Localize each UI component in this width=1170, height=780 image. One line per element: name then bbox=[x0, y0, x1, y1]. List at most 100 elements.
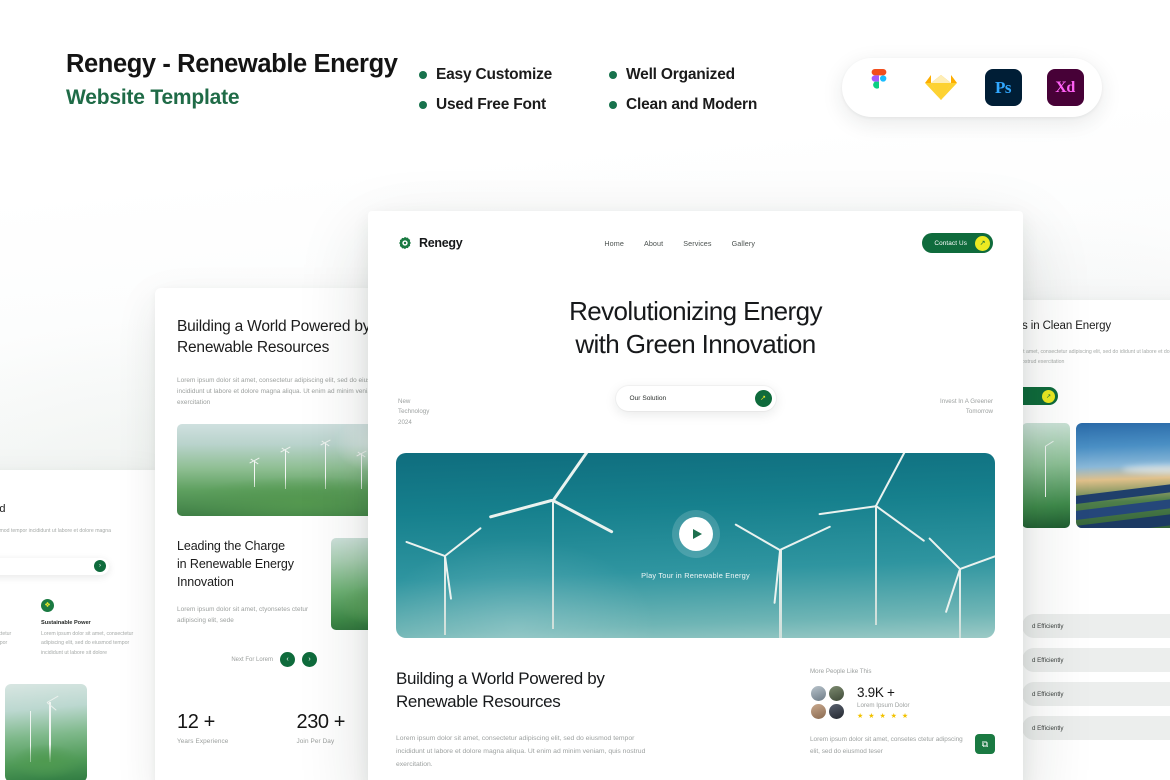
far-left-heading-line2: ns for Every Need bbox=[0, 502, 6, 515]
feature-label: Well Organized bbox=[626, 66, 735, 83]
avatar bbox=[828, 703, 845, 721]
testimonial-paragraph: Lorem ipsum dolor sit amet, consetes cte… bbox=[810, 736, 963, 756]
feature-label: Easy Customize bbox=[436, 66, 553, 83]
nav-links: Home About Services Gallery bbox=[604, 239, 755, 248]
avatar-group bbox=[810, 685, 845, 721]
nav-item-services[interactable]: Services bbox=[683, 239, 711, 248]
left-sub-heading-line1: Leading the Charge bbox=[177, 539, 286, 554]
right-list-row[interactable]: d Efficiently → bbox=[1022, 716, 1170, 741]
far-left-paragraph: sectetur adipiscing elit, sed do eiusmod… bbox=[0, 528, 112, 535]
bottom-heading-line2: Renewable Resources bbox=[396, 692, 561, 711]
feature-list: Easy Customize Well Organized Used Free … bbox=[419, 60, 799, 120]
feature-label: Clean and Modern bbox=[626, 96, 758, 113]
far-left-feature-body: Lorem ipsum dolor sit amet, consectetur … bbox=[41, 630, 134, 656]
left-stat-label: Join Per Day bbox=[296, 738, 335, 746]
far-left-feature-card[interactable]: ❖ Sustainable Power Lorem ipsum dolor si… bbox=[41, 598, 141, 658]
far-left-preview-card[interactable]: om Renewable ns for Every Need sectetur … bbox=[0, 470, 160, 780]
play-triangle-icon bbox=[692, 529, 702, 540]
right-preview-card[interactable]: s in Clean Energy it amet, consectetur a… bbox=[1010, 300, 1170, 780]
right-heading: s in Clean Energy bbox=[1022, 320, 1112, 332]
figma-icon bbox=[861, 68, 898, 106]
search-submit-icon[interactable]: › bbox=[94, 560, 106, 573]
right-list-row[interactable]: d Efficiently → bbox=[1022, 682, 1170, 707]
contact-us-label: Contact Us bbox=[934, 239, 967, 247]
avatar bbox=[810, 703, 827, 721]
poster-subtitle: Website Template bbox=[66, 86, 240, 110]
bullet-dot-icon bbox=[419, 101, 427, 109]
far-left-feature-card[interactable]: ❖ Sustainable Power Lorem ipsum dolor si… bbox=[0, 599, 19, 658]
hero-meta-right: Invest In A Greener Tomorrow bbox=[940, 397, 993, 416]
right-list-row[interactable]: d Efficiently → bbox=[1022, 614, 1170, 639]
bottom-section: Building a World Powered by Renewable Re… bbox=[368, 638, 1023, 772]
prev-arrow-icon[interactable]: ‹ bbox=[280, 652, 295, 668]
nav-item-gallery[interactable]: Gallery bbox=[732, 239, 755, 248]
play-button[interactable] bbox=[678, 517, 713, 552]
right-row-label: d Efficiently bbox=[1032, 656, 1064, 664]
left-stat-label: Years Experience bbox=[177, 738, 229, 746]
photoshop-label: Ps bbox=[995, 77, 1012, 97]
contact-us-button[interactable]: Contact Us ↗ bbox=[922, 233, 993, 253]
hero-meta-left: New Technology 2024 bbox=[398, 397, 430, 427]
left-stat-value: 230 + bbox=[296, 711, 346, 734]
left-sub-heading-line2: in Renewable Energy bbox=[177, 557, 294, 572]
poster-title-block: Renegy - Renewable Energy Website Templa… bbox=[66, 49, 398, 111]
far-left-heading-line1: om Renewable bbox=[0, 486, 146, 502]
testimonial-block: More People Like This 3.9K + Lorem Ipsum… bbox=[810, 668, 995, 772]
arrow-up-right-icon: ↗ bbox=[754, 389, 772, 407]
right-paragraph: it amet, consectetur adipiscing elit, se… bbox=[1022, 349, 1170, 365]
testimonial-sub: Lorem Ipsum Dolor bbox=[857, 702, 910, 710]
our-solution-label: Our Solution bbox=[629, 394, 667, 402]
left-sub-paragraph: Lorem ipsum dolor sit amet, ctyonsetes c… bbox=[177, 605, 309, 624]
nav-item-home[interactable]: Home bbox=[604, 239, 624, 248]
arrow-up-right-icon: ↗ bbox=[1042, 389, 1055, 403]
rating-stars: ★ ★ ★ ★ ★ bbox=[857, 713, 910, 721]
avatar bbox=[828, 685, 845, 703]
left-sub-heading-line3: Innovation bbox=[177, 574, 234, 589]
right-photo-solar bbox=[1076, 423, 1170, 529]
hero-heading-line1: Revolutionizing Energy bbox=[569, 296, 822, 326]
feature-item-clean-and-modern: Clean and Modern bbox=[609, 90, 799, 120]
avatar bbox=[810, 685, 827, 703]
main-template-preview[interactable]: Renegy Home About Services Gallery Conta… bbox=[368, 211, 1023, 780]
app-compatibility-badge: Ps Xd bbox=[842, 58, 1102, 117]
bullet-dot-icon bbox=[609, 101, 617, 109]
right-stat-value: 37.9 M + bbox=[1022, 552, 1170, 573]
bullet-dot-icon bbox=[609, 71, 617, 79]
bullet-dot-icon bbox=[419, 71, 427, 79]
leaf-icon: ❖ bbox=[41, 598, 54, 612]
right-row-label: d Efficiently bbox=[1032, 690, 1064, 698]
bottom-paragraph: Lorem ipsum dolor sit amet, consectetur … bbox=[396, 734, 646, 769]
far-left-feature-title: Sustainable Power bbox=[41, 619, 91, 626]
far-left-search-field[interactable]: m › bbox=[0, 557, 109, 575]
right-list-row[interactable]: d Efficiently → bbox=[1022, 648, 1170, 673]
renegy-mark-icon bbox=[399, 236, 411, 250]
testimonial-count: 3.9K + bbox=[857, 685, 895, 701]
external-link-button[interactable]: ⧉ bbox=[975, 734, 995, 755]
brand-logo[interactable]: Renegy bbox=[398, 236, 463, 250]
far-left-feature-title: Sustainable Power bbox=[0, 620, 19, 626]
far-left-photo bbox=[5, 684, 87, 780]
right-stat-label: Capital Finance bbox=[1022, 577, 1170, 584]
right-row-label: d Efficiently bbox=[1032, 724, 1064, 732]
right-photo-windmill bbox=[1022, 423, 1070, 529]
adobe-xd-label: Xd bbox=[1055, 78, 1075, 96]
bottom-heading-line1: Building a World Powered by bbox=[396, 669, 605, 689]
hero-heading: Revolutionizing Energy with Green Innova… bbox=[368, 295, 1023, 362]
left-stat-value: 12 + bbox=[177, 711, 215, 734]
feature-item-used-free-font: Used Free Font bbox=[419, 90, 609, 120]
nav-item-about[interactable]: About bbox=[644, 239, 663, 248]
testimonial-label: More People Like This bbox=[810, 668, 872, 676]
poster-canvas: om Renewable ns for Every Need sectetur … bbox=[0, 0, 1170, 780]
template-navbar: Renegy Home About Services Gallery Conta… bbox=[368, 211, 1023, 275]
poster-title: Renegy - Renewable Energy bbox=[66, 50, 398, 78]
far-left-feature-body: Lorem ipsum dolor sit amet, consectetur … bbox=[0, 630, 12, 647]
photoshop-icon: Ps bbox=[984, 69, 1022, 106]
video-caption: Play Tour in Renewable Energy bbox=[641, 571, 750, 581]
sketch-icon bbox=[923, 69, 960, 106]
hero-video-panel[interactable]: Play Tour in Renewable Energy bbox=[396, 453, 995, 639]
left-next-label: Next For Lorem bbox=[231, 656, 273, 663]
next-arrow-icon[interactable]: › bbox=[302, 652, 317, 668]
brand-name: Renegy bbox=[419, 236, 463, 250]
adobe-xd-icon: Xd bbox=[1046, 69, 1084, 106]
hero-meta-row: New Technology 2024 Invest In A Greener … bbox=[368, 397, 1023, 430]
